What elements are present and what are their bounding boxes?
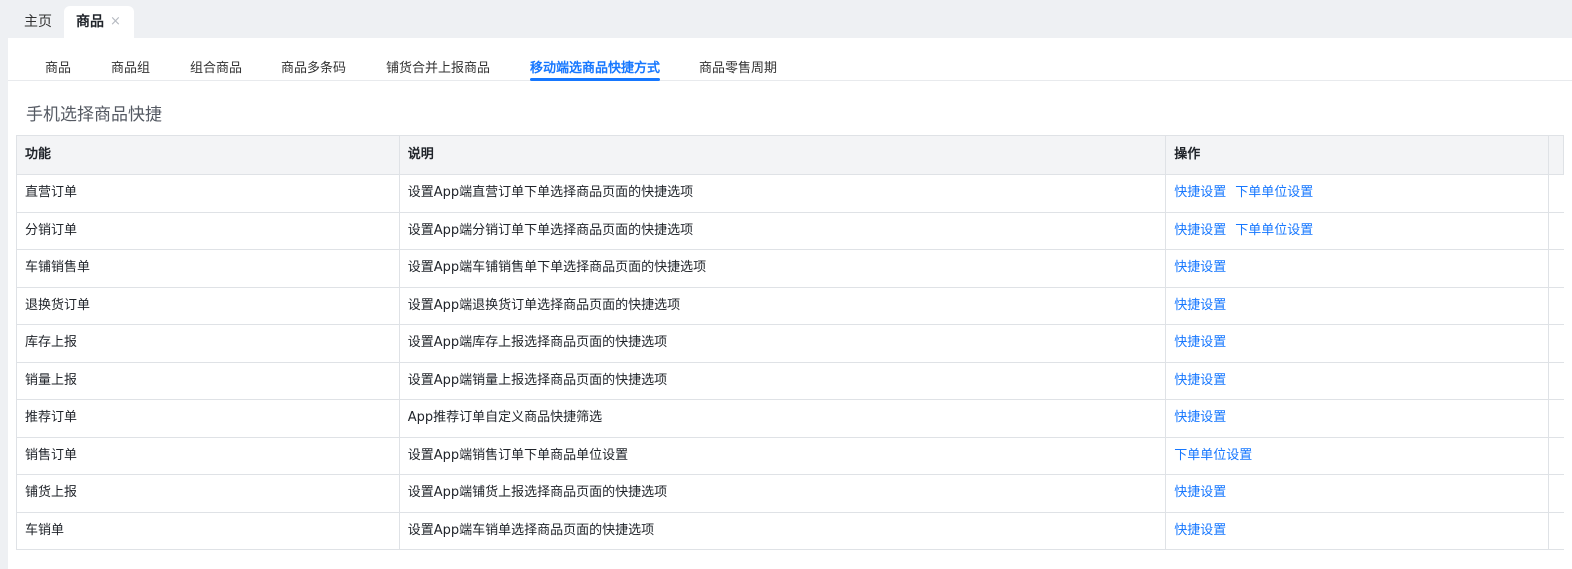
- page-tab-products-label: 商品: [76, 14, 104, 30]
- scrollbar-gutter: [1549, 325, 1564, 362]
- scrollbar-gutter: [1549, 362, 1564, 399]
- tab-multi-barcode[interactable]: 商品多条码: [281, 57, 346, 81]
- scrollbar-gutter: [1549, 287, 1564, 324]
- table-row: 分销订单 设置App端分销订单下单选择商品页面的快捷选项 快捷设置 下单单位设置: [17, 212, 1564, 250]
- description-cell: App推荐订单自定义商品快捷筛选: [400, 400, 1167, 437]
- close-icon[interactable]: ×: [110, 6, 121, 38]
- shortcut-settings-link[interactable]: 快捷设置: [1174, 260, 1226, 275]
- page-tab-products[interactable]: 商品 ×: [64, 6, 134, 38]
- table-row: 销量上报 设置App端销量上报选择商品页面的快捷选项 快捷设置: [17, 362, 1564, 400]
- actions-cell: 下单单位设置: [1166, 437, 1549, 474]
- table-row: 销售订单 设置App端销售订单下单商品单位设置 下单单位设置: [17, 437, 1564, 475]
- description-cell: 设置App端库存上报选择商品页面的快捷选项: [400, 325, 1167, 362]
- table-header-row: 功能 说明 操作: [17, 136, 1564, 175]
- shortcut-settings-link[interactable]: 快捷设置: [1174, 185, 1226, 200]
- tab-combo-products[interactable]: 组合商品: [190, 57, 242, 81]
- scrollbar-gutter: [1549, 475, 1564, 512]
- tab-product-groups[interactable]: 商品组: [111, 57, 150, 81]
- section-title: 手机选择商品快捷: [26, 105, 162, 125]
- actions-cell: 快捷设置: [1166, 400, 1549, 437]
- actions-cell: 快捷设置: [1166, 287, 1549, 324]
- scrollbar-gutter: [1549, 400, 1564, 437]
- function-cell: 直营订单: [17, 175, 400, 212]
- sub-tab-bar: 商品 商品组 组合商品 商品多条码 铺货合并上报商品 移动端选商品快捷方式 商品…: [8, 38, 1572, 81]
- function-cell: 车销单: [17, 512, 400, 549]
- description-cell: 设置App端销售订单下单商品单位设置: [400, 437, 1167, 474]
- table-row: 退换货订单 设置App端退换货订单选择商品页面的快捷选项 快捷设置: [17, 287, 1564, 325]
- tab-retail-cycle[interactable]: 商品零售周期: [699, 57, 777, 81]
- shortcut-settings-link[interactable]: 快捷设置: [1174, 485, 1226, 500]
- actions-cell: 快捷设置 下单单位设置: [1166, 212, 1549, 249]
- tab-mobile-product-shortcuts[interactable]: 移动端选商品快捷方式: [530, 57, 661, 81]
- description-cell: 设置App端车铺销售单下单选择商品页面的快捷选项: [400, 250, 1167, 287]
- function-cell: 推荐订单: [17, 400, 400, 437]
- shortcut-settings-link[interactable]: 快捷设置: [1174, 335, 1226, 350]
- description-cell: 设置App端铺货上报选择商品页面的快捷选项: [400, 475, 1167, 512]
- actions-cell: 快捷设置: [1166, 475, 1549, 512]
- scrollbar-gutter: [1549, 250, 1564, 287]
- description-cell: 设置App端退换货订单选择商品页面的快捷选项: [400, 287, 1167, 324]
- description-cell: 设置App端车销单选择商品页面的快捷选项: [400, 512, 1167, 549]
- shortcut-settings-link[interactable]: 快捷设置: [1174, 298, 1226, 313]
- main-panel: 商品 商品组 组合商品 商品多条码 铺货合并上报商品 移动端选商品快捷方式 商品…: [8, 38, 1572, 569]
- page-tab-home[interactable]: 主页: [24, 6, 52, 38]
- column-header-description: 说明: [400, 136, 1167, 174]
- actions-cell: 快捷设置: [1166, 362, 1549, 399]
- actions-cell: 快捷设置: [1166, 325, 1549, 362]
- shortcut-settings-link[interactable]: 快捷设置: [1174, 223, 1226, 238]
- shortcut-settings-link[interactable]: 快捷设置: [1174, 410, 1226, 425]
- function-cell: 库存上报: [17, 325, 400, 362]
- table-row: 库存上报 设置App端库存上报选择商品页面的快捷选项 快捷设置: [17, 325, 1564, 363]
- scrollbar-gutter: [1549, 212, 1564, 249]
- function-cell: 车铺销售单: [17, 250, 400, 287]
- order-unit-settings-link[interactable]: 下单单位设置: [1174, 448, 1252, 463]
- tab-products[interactable]: 商品: [45, 57, 71, 81]
- function-cell: 销量上报: [17, 362, 400, 399]
- actions-cell: 快捷设置: [1166, 250, 1549, 287]
- table-body: 直营订单 设置App端直营订单下单选择商品页面的快捷选项 快捷设置 下单单位设置 分销订…: [17, 175, 1564, 550]
- scrollbar-gutter: [1549, 136, 1564, 174]
- scrollbar-gutter: [1549, 512, 1564, 549]
- scrollbar-gutter: [1549, 175, 1564, 212]
- description-cell: 设置App端销量上报选择商品页面的快捷选项: [400, 362, 1167, 399]
- table-row: 铺货上报 设置App端铺货上报选择商品页面的快捷选项 快捷设置: [17, 475, 1564, 513]
- function-cell: 退换货订单: [17, 287, 400, 324]
- column-header-actions: 操作: [1166, 136, 1549, 174]
- description-cell: 设置App端直营订单下单选择商品页面的快捷选项: [400, 175, 1167, 212]
- order-unit-settings-link[interactable]: 下单单位设置: [1235, 223, 1313, 238]
- description-cell: 设置App端分销订单下单选择商品页面的快捷选项: [400, 212, 1167, 249]
- column-header-function: 功能: [17, 136, 400, 174]
- order-unit-settings-link[interactable]: 下单单位设置: [1235, 185, 1313, 200]
- function-cell: 铺货上报: [17, 475, 400, 512]
- table-row: 推荐订单 App推荐订单自定义商品快捷筛选 快捷设置: [17, 400, 1564, 438]
- table-row: 直营订单 设置App端直营订单下单选择商品页面的快捷选项 快捷设置 下单单位设置: [17, 175, 1564, 213]
- function-cell: 分销订单: [17, 212, 400, 249]
- tab-merged-distribution-report[interactable]: 铺货合并上报商品: [386, 57, 490, 81]
- table-row: 车铺销售单 设置App端车铺销售单下单选择商品页面的快捷选项 快捷设置: [17, 250, 1564, 288]
- table-row: 车销单 设置App端车销单选择商品页面的快捷选项 快捷设置: [17, 512, 1564, 550]
- actions-cell: 快捷设置 下单单位设置: [1166, 175, 1549, 212]
- shortcut-settings-link[interactable]: 快捷设置: [1174, 373, 1226, 388]
- shortcut-table: 功能 说明 操作 直营订单 设置App端直营订单下单选择商品页面的快捷选项 快捷设置…: [16, 135, 1564, 550]
- function-cell: 销售订单: [17, 437, 400, 474]
- actions-cell: 快捷设置: [1166, 512, 1549, 549]
- scrollbar-gutter: [1549, 437, 1564, 474]
- shortcut-settings-link[interactable]: 快捷设置: [1174, 523, 1226, 538]
- page-tab-bar: 主页 商品 ×: [0, 0, 1572, 38]
